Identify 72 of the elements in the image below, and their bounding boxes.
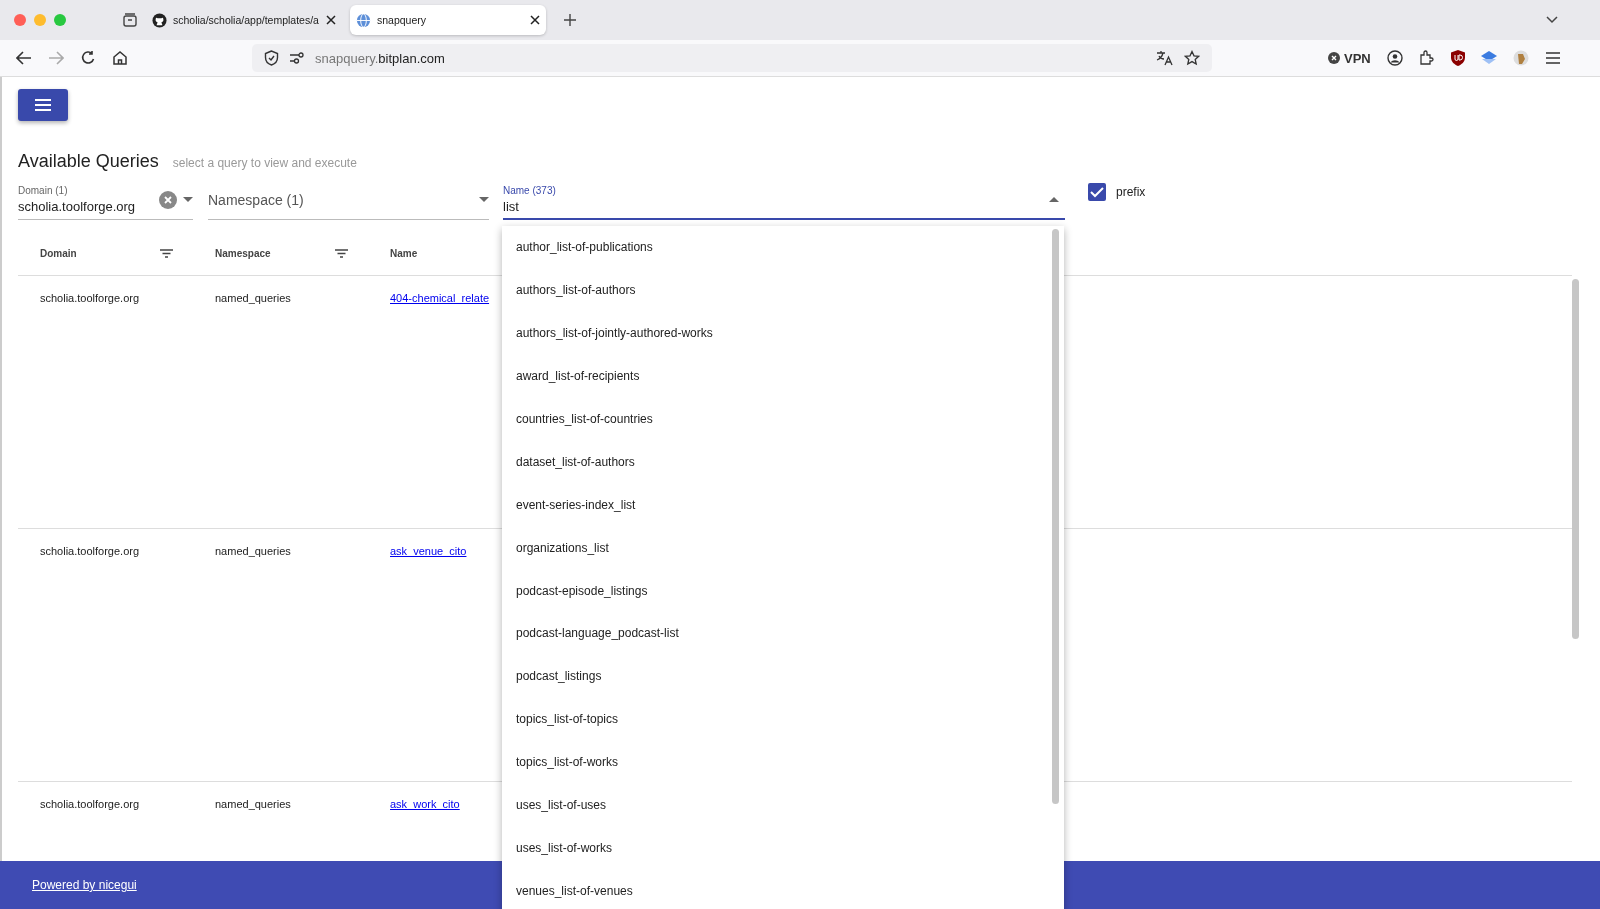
table-cell: named_queries: [215, 798, 291, 810]
dropdown-option[interactable]: organizations_list: [502, 526, 1052, 570]
table-cell: scholia.toolforge.org: [40, 798, 140, 810]
dropdown-arrow-icon[interactable]: [1049, 196, 1059, 202]
prefix-checkbox[interactable]: [1088, 183, 1106, 201]
table-cell: scholia.toolforge.org: [40, 292, 140, 304]
close-icon[interactable]: [326, 15, 336, 25]
dropdown-option[interactable]: podcast-language_podcast-list: [502, 612, 1052, 655]
shield-icon[interactable]: [1450, 50, 1465, 66]
close-icon[interactable]: [530, 15, 540, 25]
name-select[interactable]: Name (373) list: [503, 180, 1065, 220]
browser-tab[interactable]: snapquery: [350, 5, 546, 35]
dropdown-option[interactable]: countries_list-of-countries: [502, 397, 1052, 441]
domain-select[interactable]: Domain (1) scholia.toolforge.org: [18, 180, 193, 220]
table-cell: named_queries: [215, 292, 291, 304]
table-cell: scholia.toolforge.org: [40, 545, 140, 557]
namespace-select[interactable]: Namespace (1): [208, 180, 489, 220]
dropdown-option[interactable]: event-series-index_list: [502, 483, 1052, 527]
account-icon[interactable]: [1386, 50, 1403, 66]
dropdown-option[interactable]: author_list-of-publications: [502, 226, 1052, 269]
dropdown-option[interactable]: award_list-of-recipients: [502, 354, 1052, 398]
home-icon[interactable]: [112, 50, 128, 66]
dropdown-option[interactable]: authors_list-of-jointly-authored-works: [502, 311, 1052, 355]
globe-icon: [356, 12, 371, 28]
scrollbar-thumb[interactable]: [1052, 229, 1059, 804]
query-link[interactable]: ask_venue_cito: [390, 545, 467, 557]
back-icon[interactable]: [16, 51, 32, 65]
error-icon: [1328, 52, 1340, 64]
filter-icon[interactable]: [335, 248, 348, 258]
address-bar[interactable]: snapquery.bitplan.com: [252, 44, 1212, 72]
sliders-icon: [289, 52, 305, 64]
dropdown-option[interactable]: uses_list-of-uses: [502, 783, 1052, 827]
layers-icon[interactable]: [1480, 51, 1497, 65]
dropdown-option[interactable]: topics_list-of-topics: [502, 697, 1052, 741]
query-link[interactable]: ask_work_cito: [390, 798, 460, 810]
shield-icon: [264, 50, 279, 66]
page-subheading: select a query to view and execute: [172, 156, 357, 170]
translate-icon[interactable]: [1156, 50, 1174, 66]
dropdown-option[interactable]: podcast_listings: [502, 654, 1052, 698]
menu-button[interactable]: [18, 89, 68, 121]
scrollbar-thumb[interactable]: [1572, 279, 1579, 639]
query-link[interactable]: 404-chemical_relate: [390, 292, 490, 304]
page-heading: Available Queries: [18, 151, 159, 172]
table-cell: named_queries: [215, 545, 291, 557]
column-header[interactable]: Name: [390, 247, 418, 259]
dropdown-option[interactable]: authors_list-of-authors: [502, 268, 1052, 312]
new-tab-icon[interactable]: [564, 14, 576, 26]
filter-icon[interactable]: [160, 248, 173, 258]
menu-icon: [35, 99, 51, 111]
dropdown-option[interactable]: podcast-episode_listings: [502, 569, 1052, 612]
dropdown-option[interactable]: venues_list-of-venues: [502, 869, 1052, 909]
footer-link[interactable]: Powered by nicegui: [32, 878, 137, 892]
tab-overview-icon[interactable]: [122, 12, 138, 28]
dropdown-arrow-icon[interactable]: [183, 197, 193, 202]
star-icon[interactable]: [1184, 50, 1200, 66]
dropdown-option[interactable]: topics_list-of-works: [502, 740, 1052, 784]
extension-icon[interactable]: [1512, 50, 1529, 66]
vpn-button[interactable]: VPN: [1328, 50, 1371, 66]
github-icon: [152, 12, 167, 28]
column-header[interactable]: Namespace: [215, 247, 271, 259]
menu-icon[interactable]: [1544, 51, 1561, 65]
chevron-down-icon[interactable]: [1546, 16, 1558, 24]
browser-tab[interactable]: scholia/scholia/app/templates/a: [146, 5, 342, 35]
checkbox-label: prefix: [1116, 185, 1146, 199]
url-text: snapquery.bitplan.com: [315, 50, 445, 66]
column-header[interactable]: Domain: [40, 247, 77, 259]
dropdown-option[interactable]: dataset_list-of-authors: [502, 440, 1052, 484]
clear-icon[interactable]: [159, 190, 177, 209]
puzzle-icon[interactable]: [1418, 50, 1435, 66]
dropdown-option[interactable]: uses_list-of-works: [502, 826, 1052, 870]
reload-icon[interactable]: [80, 50, 96, 66]
dropdown-arrow-icon[interactable]: [479, 197, 489, 202]
